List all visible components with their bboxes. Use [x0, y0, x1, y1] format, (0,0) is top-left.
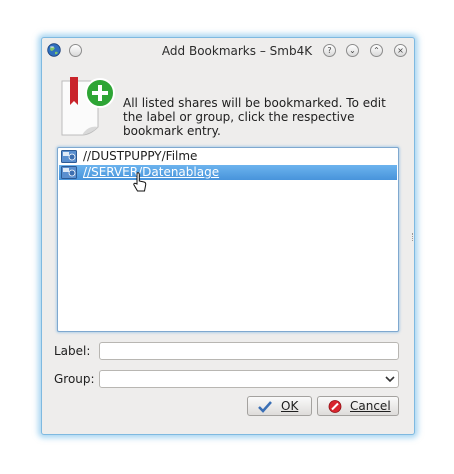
close-button[interactable]: ×: [394, 44, 407, 57]
keep-above-button[interactable]: [69, 44, 82, 57]
group-caption: Group:: [54, 372, 95, 386]
share-list[interactable]: //DUSTPUPPY/Filme //SERVER/Datenablage: [57, 147, 399, 332]
ok-label: OK: [281, 399, 299, 413]
maximize-button[interactable]: ⌃: [370, 44, 383, 57]
cancel-button[interactable]: Cancel: [317, 396, 399, 416]
label-input[interactable]: [99, 342, 399, 360]
list-item[interactable]: //SERVER/Datenablage: [59, 165, 397, 180]
network-share-icon: [61, 150, 77, 163]
list-item[interactable]: //DUSTPUPPY/Filme: [59, 149, 397, 164]
group-combobox[interactable]: [99, 370, 399, 388]
bookmark-add-icon: [61, 77, 115, 136]
resize-grip[interactable]: [412, 233, 415, 241]
mouse-pointer-icon: [133, 172, 147, 192]
label-caption: Label:: [54, 344, 91, 358]
ok-button[interactable]: OK: [247, 396, 312, 416]
window-title: Add Bookmarks – Smb4K: [161, 44, 313, 58]
network-share-icon: [61, 166, 77, 179]
help-button[interactable]: ?: [323, 44, 336, 57]
chevron-down-icon[interactable]: [385, 374, 395, 384]
screen: Add Bookmarks – Smb4K ? ⌄ ⌃ × All listed…: [0, 0, 454, 474]
title-bar[interactable]: Add Bookmarks – Smb4K ? ⌄ ⌃ ×: [42, 38, 414, 64]
app-globe-icon[interactable]: [47, 43, 61, 57]
add-bookmarks-dialog: Add Bookmarks – Smb4K ? ⌄ ⌃ × All listed…: [41, 37, 415, 435]
checkmark-icon: [258, 401, 272, 413]
share-label: //SERVER/Datenablage: [83, 165, 220, 179]
share-label: //DUSTPUPPY/Filme: [83, 149, 198, 163]
cancel-icon: [328, 400, 342, 413]
info-message: All listed shares will be bookmarked. To…: [123, 96, 386, 138]
cancel-label: Cancel: [350, 399, 391, 413]
minimize-button[interactable]: ⌄: [346, 44, 359, 57]
